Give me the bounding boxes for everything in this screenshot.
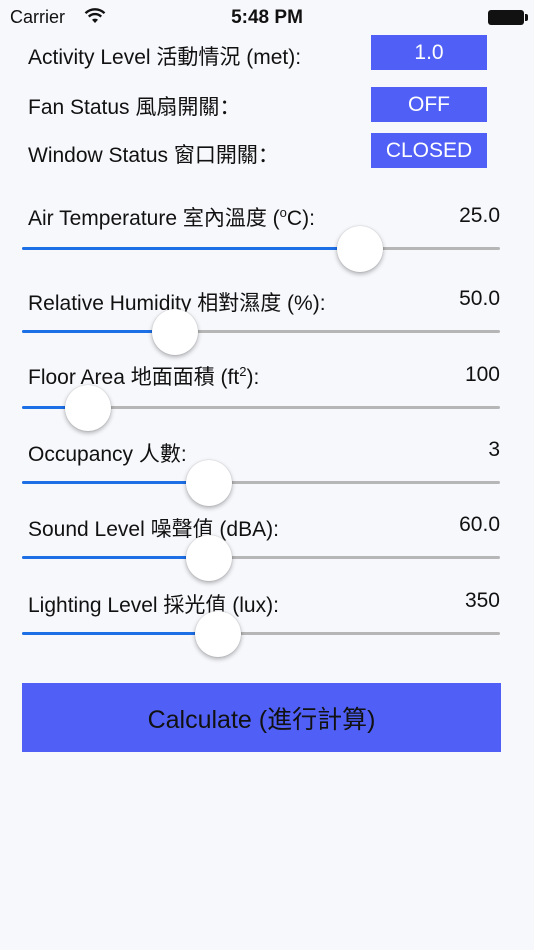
fan-status-label: Fan Status 風扇開關： [28,96,241,119]
activity-level-button[interactable]: 1.0 [371,35,487,70]
window-status-button[interactable]: CLOSED [371,133,487,168]
occupancy-value: 3 [488,438,500,461]
occupancy-slider[interactable] [22,459,500,506]
lighting-level-slider-fill [22,632,218,635]
floor-area-slider[interactable] [22,384,500,431]
occupancy-slider-fill [22,481,210,484]
calculate-button[interactable]: Calculate (進行計算) [22,683,501,752]
occupancy-slider-thumb[interactable] [186,459,233,506]
floor-area-value: 100 [464,363,500,386]
status-time: 5:48 PM [231,7,303,28]
sound-level-slider-fill [22,556,210,559]
activity-level-label: Activity Level 活動情況 (met): [28,46,302,69]
lighting-level-slider-thumb[interactable] [194,610,241,657]
battery-icon [488,10,528,25]
sound-level-label: Sound Level 噪聲值 (dBA): [28,518,279,541]
sound-level-slider[interactable] [22,534,500,581]
floor-area-label: Floor Area 地面面積 (ft2): [28,364,260,389]
air-temperature-slider-thumb[interactable] [337,225,384,272]
occupancy-label: Occupancy 人數: [28,443,187,466]
relative-humidity-slider-thumb[interactable] [151,308,198,355]
sound-level-value: 60.0 [459,513,500,536]
fan-status-button[interactable]: OFF [371,87,487,122]
lighting-level-slider[interactable] [22,610,500,657]
lighting-level-label: Lighting Level 採光值 (lux): [28,594,279,617]
air-temperature-slider-fill [22,247,361,250]
lighting-level-value: 350 [464,589,500,612]
floor-area-slider-thumb[interactable] [65,384,112,431]
relative-humidity-slider[interactable] [22,308,500,355]
status-bar: Carrier 5:48 PM [0,0,534,34]
relative-humidity-value: 50.0 [459,287,500,310]
air-temperature-label: Air Temperature 室內溫度 (oC): [28,205,315,230]
window-status-label: Window Status 窗口開關： [28,144,279,167]
sound-level-slider-thumb[interactable] [186,534,233,581]
air-temperature-slider[interactable] [22,225,500,272]
air-temperature-value: 25.0 [459,204,500,227]
